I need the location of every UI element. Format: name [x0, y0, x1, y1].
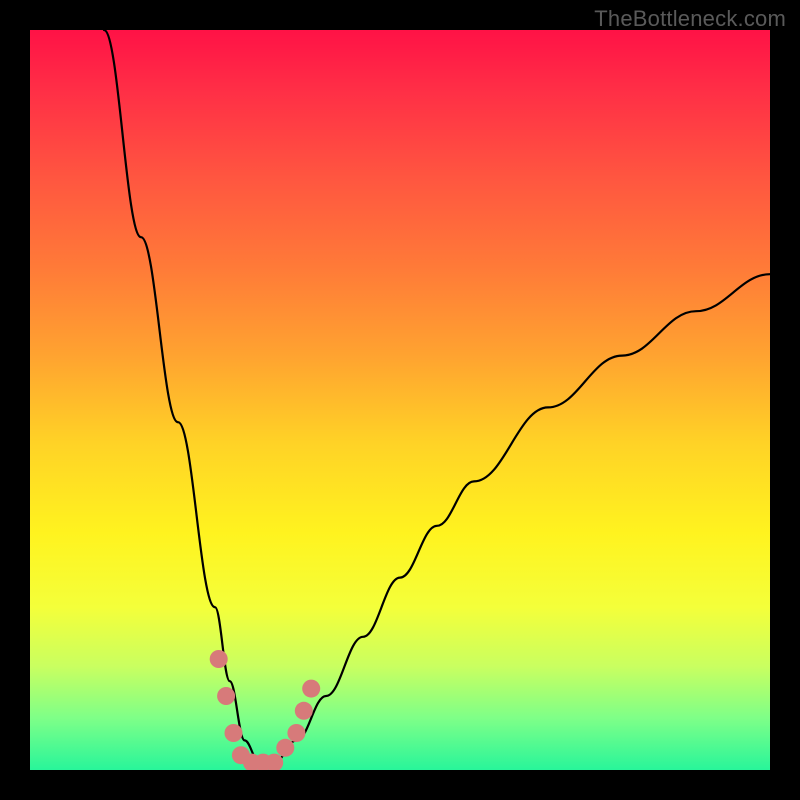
marker-dot — [210, 650, 228, 668]
chart-frame: TheBottleneck.com — [0, 0, 800, 800]
marker-dot — [295, 702, 313, 720]
marker-dot — [287, 724, 305, 742]
marker-dot — [302, 680, 320, 698]
marker-dot — [276, 739, 294, 757]
marker-dot — [225, 724, 243, 742]
plot-area — [30, 30, 770, 770]
bottleneck-curve-path — [104, 30, 770, 763]
marker-dot — [217, 687, 235, 705]
watermark-text: TheBottleneck.com — [594, 6, 786, 32]
curve-layer — [30, 30, 770, 770]
